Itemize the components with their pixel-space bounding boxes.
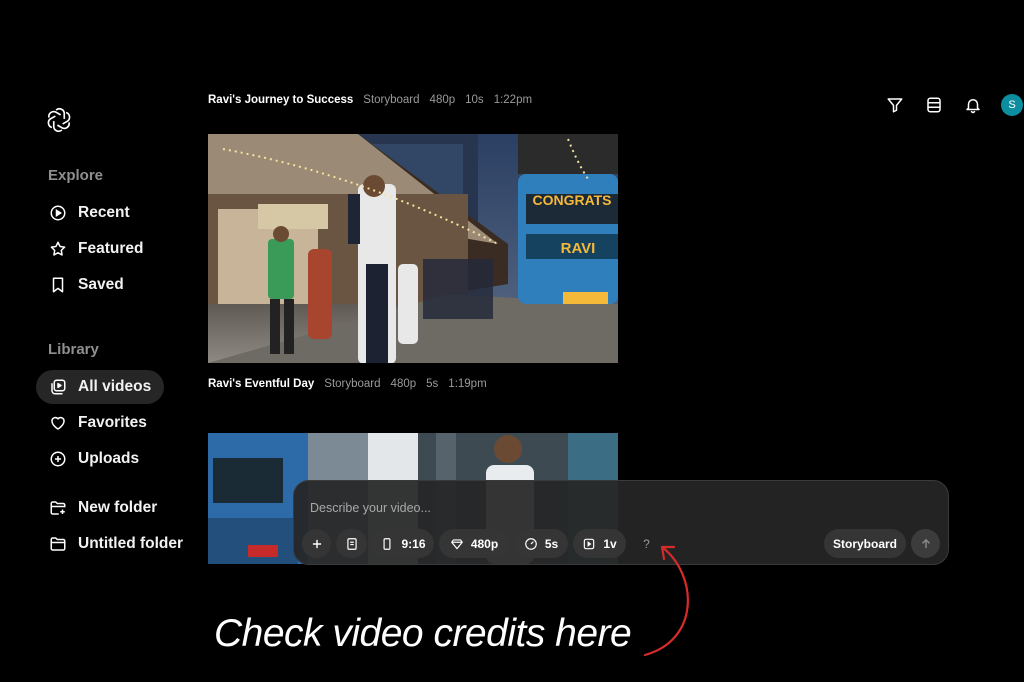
video-thumbnail-1[interactable]: CONGRATS RAVI xyxy=(208,134,618,363)
video-resolution: 480p xyxy=(429,94,456,106)
sidebar-item-label: Uploads xyxy=(78,450,140,467)
video-time: 1:19pm xyxy=(448,378,487,390)
variations-button[interactable]: 1v xyxy=(573,529,626,558)
resolution-value: 480p xyxy=(470,536,499,551)
resolution-button[interactable]: 480p xyxy=(439,529,509,558)
sidebar-item-label: Recent xyxy=(78,204,130,221)
document-icon xyxy=(346,537,357,550)
video-duration: 5s xyxy=(426,378,439,390)
explore-section-heading: Explore xyxy=(48,167,104,184)
sidebar-item-featured[interactable]: Featured xyxy=(36,232,186,266)
prompt-composer: 9:16 480p 5s 1v ? Storyboard xyxy=(293,480,949,565)
video-resolution: 480p xyxy=(390,378,417,390)
video-time: 1:22pm xyxy=(493,94,533,106)
sidebar-item-label: Favorites xyxy=(78,414,147,431)
sidebar-item-saved[interactable]: Saved xyxy=(36,268,186,302)
aspect-ratio-value: 9:16 xyxy=(401,536,426,551)
video-frame-icon xyxy=(584,538,595,549)
header-actions: S xyxy=(864,94,1024,116)
annotation-text: Check video credits here xyxy=(214,612,632,655)
sidebar-item-label: Untitled folder xyxy=(78,535,184,552)
video-title[interactable]: Ravi's Eventful Day xyxy=(208,378,314,390)
user-avatar[interactable]: S xyxy=(1001,94,1023,116)
layout-icon[interactable] xyxy=(923,94,945,116)
duration-button[interactable]: 5s xyxy=(514,529,568,558)
plus-icon xyxy=(312,539,321,548)
duration-value: 5s xyxy=(544,536,559,551)
plus-circle-icon xyxy=(50,451,66,467)
add-button[interactable] xyxy=(302,529,331,558)
video-meta-1: Ravi's Journey to Success Storyboard 480… xyxy=(208,94,532,106)
arrow-up-icon xyxy=(921,538,930,548)
submit-button[interactable] xyxy=(911,529,940,558)
folder-plus-icon xyxy=(50,501,66,515)
clock-icon xyxy=(524,537,537,550)
storyboard-mode-button[interactable]: Storyboard xyxy=(824,529,906,558)
sidebar-item-label: New folder xyxy=(78,499,158,516)
video-meta-2: Ravi's Eventful Day Storyboard 480p 5s 1… xyxy=(208,378,487,390)
storyboard-toggle-button[interactable] xyxy=(336,529,367,558)
heart-icon xyxy=(51,416,65,430)
bell-icon[interactable] xyxy=(962,94,984,116)
diamond-icon xyxy=(450,538,463,549)
video-title[interactable]: Ravi's Journey to Success xyxy=(208,94,353,106)
video-type: Storyboard xyxy=(363,94,420,106)
play-circle-icon xyxy=(50,205,66,221)
sidebar-item-favorites[interactable]: Favorites xyxy=(36,406,186,440)
annotation-arrow xyxy=(643,545,689,657)
sidebar-item-uploads[interactable]: Uploads xyxy=(36,442,186,476)
prompt-input[interactable] xyxy=(310,501,910,515)
library-section-heading: Library xyxy=(48,341,99,358)
sidebar-item-label: Saved xyxy=(78,276,124,293)
bus-sign-text: CONGRATS xyxy=(532,192,611,208)
video-type: Storyboard xyxy=(324,378,381,390)
variations-value: 1v xyxy=(603,536,617,551)
sidebar-item-new-folder[interactable]: New folder xyxy=(36,491,186,525)
openai-logo-icon[interactable] xyxy=(45,106,73,134)
aspect-ratio-button[interactable]: 9:16 xyxy=(372,529,434,558)
phone-icon xyxy=(383,537,391,550)
folder-icon xyxy=(50,537,66,551)
sidebar-item-label: All videos xyxy=(78,378,152,395)
sidebar-item-label: Featured xyxy=(78,240,144,257)
sidebar-item-untitled-folder[interactable]: Untitled folder xyxy=(36,527,186,561)
filter-icon[interactable] xyxy=(884,94,906,116)
bus-sign-name: RAVI xyxy=(561,240,596,257)
bookmark-icon xyxy=(52,277,64,293)
sidebar-item-all-videos[interactable]: All videos xyxy=(36,370,164,404)
star-icon xyxy=(50,241,66,256)
sidebar-item-recent[interactable]: Recent xyxy=(36,196,186,230)
videos-stack-icon xyxy=(51,379,66,395)
video-duration: 10s xyxy=(465,94,484,106)
